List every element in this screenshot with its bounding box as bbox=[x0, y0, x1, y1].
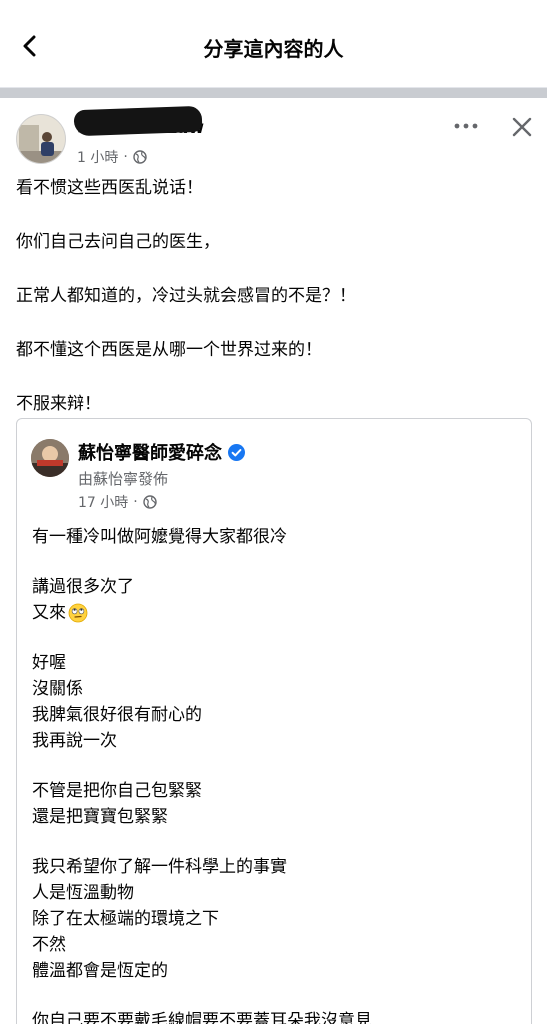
avatar-photo bbox=[17, 115, 65, 163]
shared-post-line: 我只希望你了解一件科學上的事實 bbox=[32, 854, 522, 880]
shared-post-body: 有一種冷叫做阿嬤覺得大家都很冷 講過很多次了 又來好喔沒關係我脾氣很好很有耐心的 我再… bbox=[32, 524, 522, 1024]
shared-avatar-photo bbox=[31, 439, 69, 477]
shared-post-line-text: 沒關係 bbox=[32, 679, 83, 699]
post-paragraph: 不服来辩！ bbox=[16, 394, 101, 414]
shared-post-meta: 17 小時 · bbox=[78, 492, 157, 512]
shared-post-card[interactable]: 蘇怡寧醫師愛碎念 由蘇怡寧發佈 17 小時 · 有一種冷叫做阿嬤覺得大家都很冷講… bbox=[16, 418, 532, 1024]
shared-post-line-text: 我脾氣很好很有耐心的 bbox=[32, 705, 202, 725]
shared-post-line-text: 體溫都會是恆定的 bbox=[32, 961, 168, 981]
shared-post-line: 不管是把你自己包緊緊 bbox=[32, 778, 522, 804]
post-paragraph: 都不懂这个西医是从哪一个世界过来的！ bbox=[16, 340, 322, 360]
shared-post-line: 講過很多次了 bbox=[32, 574, 522, 600]
shared-page-name[interactable]: 蘇怡寧醫師愛碎念 bbox=[78, 439, 222, 465]
post-timestamp[interactable]: 1 小時 bbox=[77, 147, 118, 167]
post-card: Sherlock Law 1 小時 · 看不惯这些西医乱说话！ 你们自己去问自己… bbox=[0, 98, 547, 1024]
shared-post-line-text: 不管是把你自己包緊緊 bbox=[32, 781, 202, 801]
shared-post-line: 體溫都會是恆定的 bbox=[32, 958, 522, 984]
close-icon bbox=[512, 117, 532, 137]
shared-page-name-row: 蘇怡寧醫師愛碎念 bbox=[78, 439, 245, 465]
shared-post-line: 你自己要不要戴毛線帽要不要蓋耳朵我沒意見 bbox=[32, 1008, 522, 1024]
more-horizontal-icon bbox=[454, 123, 478, 129]
shared-post-line-text: 不然 bbox=[32, 935, 66, 955]
post-body: 看不惯这些西医乱说话！ 你们自己去问自己的医生， 正常人都知道的，冷过头就会感冒… bbox=[16, 178, 531, 448]
verified-badge-icon bbox=[228, 443, 245, 461]
eye-roll-emoji-icon bbox=[68, 603, 88, 623]
shared-post-line-text: 我再說一次 bbox=[32, 731, 117, 751]
redaction-mark bbox=[73, 105, 203, 137]
shared-post-line-text: 你自己要不要戴毛線帽要不要蓋耳朵我沒意見 bbox=[32, 1011, 372, 1024]
close-button[interactable] bbox=[507, 112, 537, 142]
post-paragraph: 看不惯这些西医乱说话！ bbox=[16, 178, 203, 198]
post-paragraph: 正常人都知道的，冷过头就会感冒的不是？！ bbox=[16, 286, 356, 306]
shared-post-line-text: 有一種冷叫做阿嬤覺得大家都很冷 bbox=[32, 527, 287, 547]
globe-icon bbox=[143, 495, 157, 509]
shared-post-line: 不然 bbox=[32, 932, 522, 958]
globe-icon bbox=[133, 150, 147, 164]
more-options-button[interactable] bbox=[451, 114, 481, 138]
post-paragraph: 你们自己去问自己的医生， bbox=[16, 232, 220, 252]
avatar[interactable] bbox=[16, 114, 66, 164]
shared-post-line: 我再說一次 bbox=[32, 728, 522, 754]
shared-posted-by: 由蘇怡寧發佈 bbox=[78, 470, 169, 488]
shared-post-line: 好喔 bbox=[32, 650, 522, 676]
shared-post-line-text: 除了在太極端的環境之下 bbox=[32, 909, 219, 929]
shared-post-line-text: 人是恆溫動物 bbox=[32, 883, 134, 903]
meta-dot: · bbox=[123, 149, 128, 165]
shared-post-line-text: 還是把寶寶包緊緊 bbox=[32, 807, 168, 827]
shared-post-line: 沒關係 bbox=[32, 676, 522, 702]
shared-post-line-text: 我只希望你了解一件科學上的事實 bbox=[32, 857, 287, 877]
section-divider bbox=[0, 88, 547, 98]
shared-post-timestamp[interactable]: 17 小時 bbox=[78, 492, 128, 512]
shared-post-line-text: 又來 bbox=[32, 603, 66, 623]
post-meta: 1 小時 · bbox=[77, 147, 147, 167]
shared-post-line-text: 好喔 bbox=[32, 653, 66, 673]
top-bar: 分享這內容的人 bbox=[0, 0, 547, 88]
meta-dot: · bbox=[133, 494, 138, 510]
shared-post-line: 還是把寶寶包緊緊 bbox=[32, 804, 522, 830]
shared-post-line: 人是恆溫動物 bbox=[32, 880, 522, 906]
shared-post-line: 有一種冷叫做阿嬤覺得大家都很冷 bbox=[32, 524, 522, 550]
page-title: 分享這內容的人 bbox=[203, 37, 344, 61]
shared-post-line: 除了在太極端的環境之下 bbox=[32, 906, 522, 932]
shared-post-line: 我脾氣很好很有耐心的 bbox=[32, 702, 522, 728]
shared-post-line: 又來 bbox=[32, 600, 522, 626]
shared-page-avatar[interactable] bbox=[31, 439, 69, 477]
shared-post-line-text: 講過很多次了 bbox=[32, 577, 134, 597]
